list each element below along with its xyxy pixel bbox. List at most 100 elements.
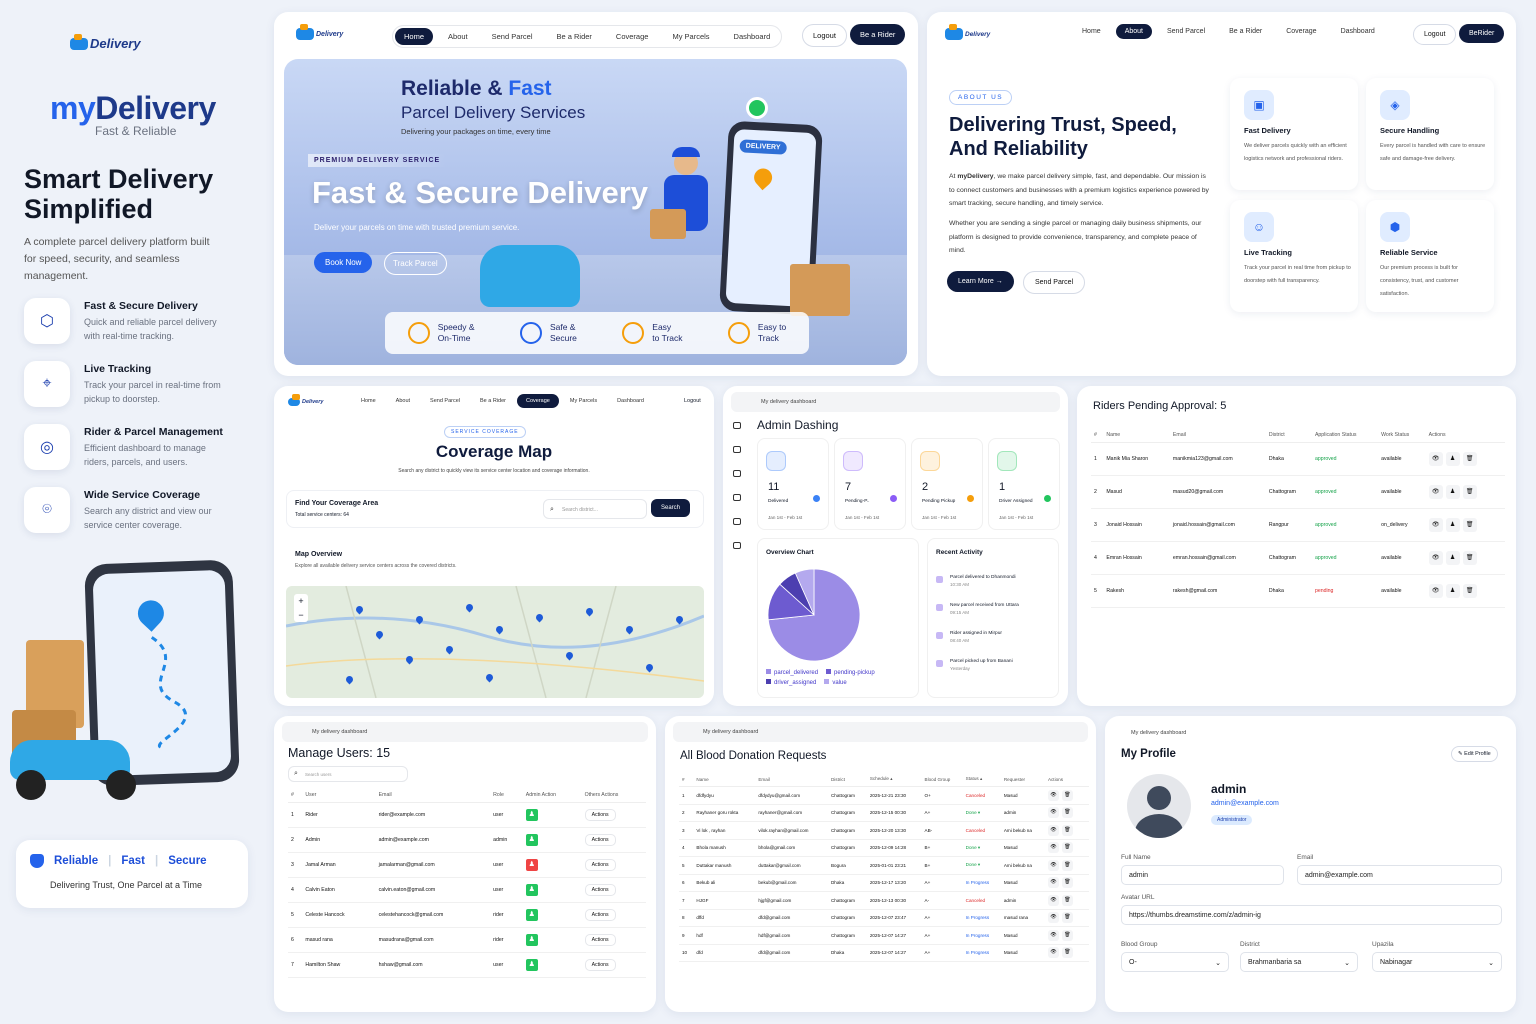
search-button[interactable]: Search xyxy=(651,499,691,517)
make-admin-icon[interactable]: ♟ xyxy=(525,959,538,971)
card-icon[interactable] xyxy=(733,470,741,477)
table-row: 4 Calvin Eaton calvin.eaton@gmail.com user ♟… xyxy=(288,877,646,903)
delete-icon[interactable]: 🗑 xyxy=(1061,859,1073,871)
home-icon[interactable] xyxy=(733,422,741,429)
view-icon[interactable]: 👁 xyxy=(1428,584,1443,598)
delete-icon[interactable]: 🗑 xyxy=(1061,842,1073,854)
nav-be-a-rider[interactable]: Be a Rider xyxy=(1220,24,1271,39)
nav-send-parcel[interactable]: Send Parcel xyxy=(421,394,469,408)
view-icon[interactable]: 👁 xyxy=(1428,452,1443,466)
full-name-field[interactable]: admin xyxy=(1121,865,1284,885)
actions-button[interactable]: Actions xyxy=(584,909,616,921)
nav-coverage[interactable]: Coverage xyxy=(1277,24,1325,39)
grid-icon[interactable] xyxy=(733,446,741,453)
logout-button[interactable]: Logout xyxy=(1413,24,1457,45)
user-icon[interactable] xyxy=(733,494,741,501)
delete-icon[interactable]: 🗑 xyxy=(1462,452,1477,466)
delete-icon[interactable]: 🗑 xyxy=(1061,912,1073,924)
district-select[interactable]: Brahmanbaria sa ⌄ xyxy=(1240,952,1358,972)
view-icon[interactable]: 👁 xyxy=(1047,859,1059,871)
logout-button[interactable]: Logout xyxy=(684,398,701,404)
delete-icon[interactable]: 🗑 xyxy=(1061,807,1073,819)
blood-group-select[interactable]: O- ⌄ xyxy=(1121,952,1229,972)
nav-coverage[interactable]: Coverage xyxy=(607,28,658,45)
nav-send-parcel[interactable]: Send Parcel xyxy=(1158,24,1214,39)
actions-button[interactable]: Actions xyxy=(584,834,616,846)
person-icon[interactable] xyxy=(733,518,741,525)
nav-logo[interactable]: Delivery xyxy=(296,24,343,40)
nav-about[interactable]: About xyxy=(387,394,419,408)
nav-my-parcels[interactable]: My Parcels xyxy=(663,28,718,45)
delete-icon[interactable]: 🗑 xyxy=(1061,947,1073,959)
nav-send-parcel[interactable]: Send Parcel xyxy=(483,28,542,45)
delete-icon[interactable]: 🗑 xyxy=(1061,894,1073,906)
delete-icon[interactable]: 🗑 xyxy=(1462,551,1477,565)
nav-dashboard[interactable]: Dashboard xyxy=(1332,24,1384,39)
nav-about[interactable]: About xyxy=(439,28,477,45)
delete-icon[interactable]: 🗑 xyxy=(1462,518,1477,532)
delete-icon[interactable]: 🗑 xyxy=(1061,877,1073,889)
view-icon[interactable]: 👁 xyxy=(1428,551,1443,565)
nav-dashboard[interactable]: Dashboard xyxy=(725,28,780,45)
avatar-url-field[interactable]: https://thumbs.dreamstime.com/z/admin-ig xyxy=(1121,905,1502,925)
nav-home[interactable]: Home xyxy=(395,28,434,45)
view-icon[interactable]: 👁 xyxy=(1047,947,1059,959)
nav-home[interactable]: Home xyxy=(352,394,385,408)
view-icon[interactable]: 👁 xyxy=(1047,789,1059,801)
view-icon[interactable]: 👁 xyxy=(1047,912,1059,924)
track-parcel-button[interactable]: Track Parcel xyxy=(384,252,447,275)
nav-about[interactable]: About xyxy=(1115,24,1152,39)
settings-icon[interactable] xyxy=(733,542,741,549)
user-icon[interactable]: ♟ xyxy=(1445,485,1460,499)
make-admin-icon[interactable]: ♟ xyxy=(525,884,538,896)
make-admin-icon[interactable]: ♟ xyxy=(525,809,538,821)
nav-dashboard[interactable]: Dashboard xyxy=(608,394,653,408)
user-icon[interactable]: ♟ xyxy=(1445,452,1460,466)
nav-logo[interactable]: Delivery xyxy=(945,24,990,40)
logout-button[interactable]: Logout xyxy=(802,24,847,47)
view-icon[interactable]: 👁 xyxy=(1047,894,1059,906)
zoom-controls[interactable]: + − xyxy=(294,594,308,622)
delete-icon[interactable]: 🗑 xyxy=(1061,824,1073,836)
make-admin-icon[interactable]: ♟ xyxy=(525,834,538,846)
make-admin-icon[interactable]: ♟ xyxy=(525,909,538,921)
actions-button[interactable]: Actions xyxy=(584,884,616,896)
view-icon[interactable]: 👁 xyxy=(1428,518,1443,532)
nav-home[interactable]: Home xyxy=(1073,24,1110,39)
delete-icon[interactable]: 🗑 xyxy=(1061,929,1073,941)
be-rider-button[interactable]: BeRider xyxy=(1459,24,1505,43)
learn-more-button[interactable]: Learn More → xyxy=(947,271,1014,292)
nav-logo[interactable]: Delivery xyxy=(288,394,323,406)
user-icon[interactable]: ♟ xyxy=(1445,551,1460,565)
nav-be-a-rider[interactable]: Be a Rider xyxy=(547,28,600,45)
email-field[interactable]: admin@example.com xyxy=(1297,865,1502,885)
upazila-select[interactable]: Nabinagar ⌄ xyxy=(1372,952,1502,972)
view-icon[interactable]: 👁 xyxy=(1047,824,1059,836)
actions-button[interactable]: Actions xyxy=(584,934,616,946)
view-icon[interactable]: 👁 xyxy=(1047,877,1059,889)
delete-icon[interactable]: 🗑 xyxy=(1061,789,1073,801)
actions-button[interactable]: Actions xyxy=(584,859,616,871)
nav-be-a-rider[interactable]: Be a Rider xyxy=(471,394,515,408)
view-icon[interactable]: 👁 xyxy=(1047,929,1059,941)
user-icon[interactable]: ♟ xyxy=(1445,518,1460,532)
user-search-input[interactable]: ⌕ Search users xyxy=(288,766,408,782)
send-parcel-button[interactable]: Send Parcel xyxy=(1023,271,1086,294)
book-now-button[interactable]: Book Now xyxy=(314,252,373,273)
actions-button[interactable]: Actions xyxy=(584,959,616,971)
actions-button[interactable]: Actions xyxy=(584,809,616,821)
user-icon[interactable]: ♟ xyxy=(1445,584,1460,598)
district-search-input[interactable]: ⌕ Search district... xyxy=(543,499,647,519)
nav-coverage[interactable]: Coverage xyxy=(517,394,559,408)
be-rider-button[interactable]: Be a Rider xyxy=(850,24,906,45)
edit-profile-button[interactable]: ✎ Edit Profile xyxy=(1451,746,1498,762)
view-icon[interactable]: 👁 xyxy=(1428,485,1443,499)
view-icon[interactable]: 👁 xyxy=(1047,842,1059,854)
nav-my-parcels[interactable]: My Parcels xyxy=(561,394,606,408)
coverage-map[interactable]: + − xyxy=(286,586,704,698)
remove-admin-icon[interactable]: ♟ xyxy=(525,859,538,871)
delete-icon[interactable]: 🗑 xyxy=(1462,485,1477,499)
make-admin-icon[interactable]: ♟ xyxy=(525,934,538,946)
delete-icon[interactable]: 🗑 xyxy=(1462,584,1477,598)
view-icon[interactable]: 👁 xyxy=(1047,807,1059,819)
